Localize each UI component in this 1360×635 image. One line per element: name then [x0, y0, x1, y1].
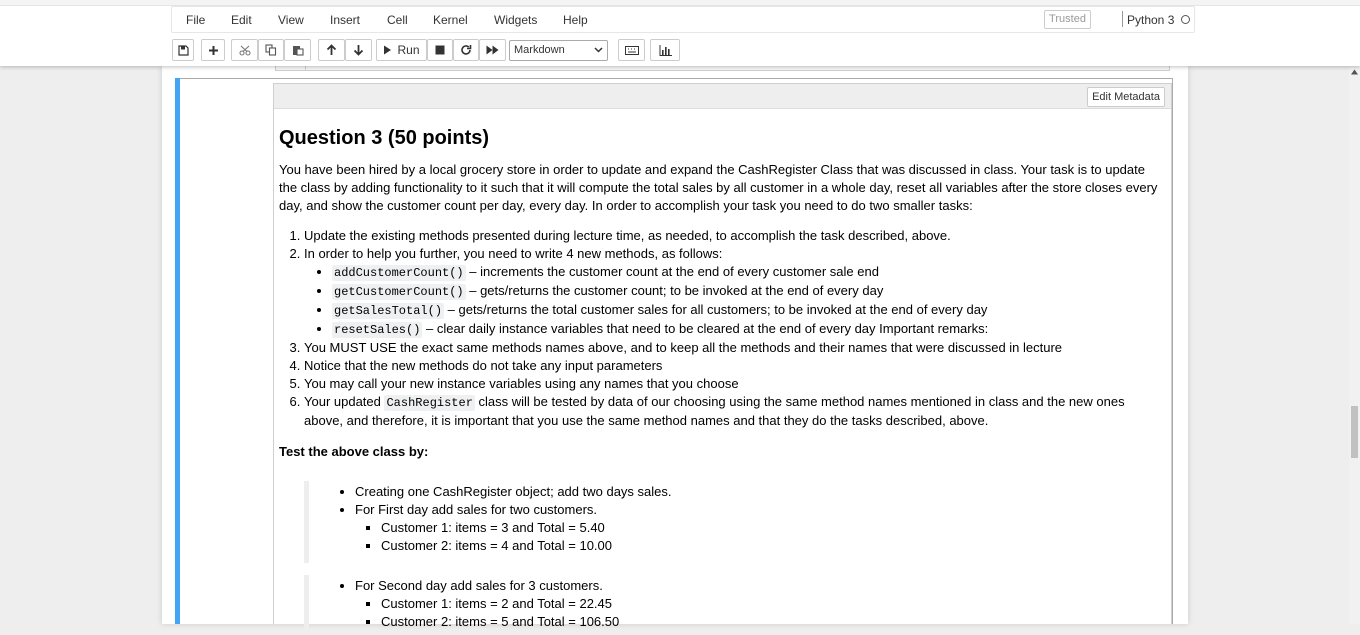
paste-icon: [292, 46, 304, 56]
method-item: addCustomerCount() – increments the cust…: [332, 263, 1164, 282]
intro-paragraph: You have been hired by a local grocery s…: [279, 162, 1158, 213]
task-item-5: You may call your new instance variables…: [304, 375, 1164, 393]
day2-blockquote: For Second day add sales for 3 customers…: [304, 575, 1164, 635]
run-label: Run: [397, 43, 420, 57]
stop-icon: [435, 45, 445, 55]
plus-icon: [208, 45, 218, 55]
cell-type-value: Markdown: [514, 44, 565, 56]
day1-blockquote: Creating one CashRegister object; add tw…: [304, 481, 1164, 563]
customer-item: Customer 1: items = 2 and Total = 22.45: [381, 595, 1164, 613]
method-item: getCustomerCount() – gets/returns the cu…: [332, 282, 1164, 301]
task-item-6-pre: Your updated: [304, 394, 385, 409]
insert-cell-button[interactable]: [201, 39, 225, 61]
method-desc: – increments the customer count at the e…: [465, 264, 879, 279]
method-code: getSalesTotal(): [332, 303, 445, 319]
move-down-button[interactable]: [345, 39, 372, 61]
menu-insert[interactable]: Insert: [330, 13, 360, 27]
task-item-4: Notice that the new methods do not take …: [304, 357, 1164, 375]
method-desc: – clear daily instance variables that ne…: [422, 321, 989, 336]
fast-forward-icon: [486, 45, 499, 55]
markdown-cell[interactable]: Edit Metadata Question 3 (50 points) You…: [273, 83, 1172, 635]
cut-button[interactable]: [231, 39, 258, 61]
test-heading: Test the above class by:: [279, 444, 429, 459]
scissors-icon: [238, 45, 251, 56]
scroll-up-arrow-icon[interactable]: [1351, 69, 1358, 75]
task-list: Update the existing methods presented du…: [279, 227, 1164, 430]
arrow-down-icon: [353, 45, 364, 56]
copy-button[interactable]: [258, 39, 284, 61]
cell-type-select[interactable]: Markdown: [509, 40, 608, 61]
customer-item: Customer 1: items = 3 and Total = 5.40: [381, 519, 1164, 537]
day1-item-create: Creating one CashRegister object; add tw…: [355, 483, 1164, 501]
day1-customers: Customer 1: items = 3 and Total = 5.40 C…: [355, 519, 1164, 555]
trusted-indicator[interactable]: Trusted: [1044, 10, 1091, 29]
day1-item-first-day-text: For First day add sales for two customer…: [355, 502, 598, 517]
method-code: resetSales(): [332, 322, 423, 338]
day1-list: Creating one CashRegister object; add tw…: [327, 483, 1164, 555]
day2-item-text: For Second day add sales for 3 customers…: [355, 578, 603, 593]
menu-file[interactable]: File: [186, 13, 205, 27]
day2-list: For Second day add sales for 3 customers…: [327, 577, 1164, 631]
customer-item: Customer 2: items = 5 and Total = 106.50: [381, 613, 1164, 631]
customer-item: Customer 2: items = 4 and Total = 10.00: [381, 537, 1164, 555]
kernel-idle-icon: [1181, 15, 1190, 24]
task-item-1: Update the existing methods presented du…: [304, 227, 1164, 245]
class-name-code: CashRegister: [384, 395, 475, 411]
restart-button[interactable]: [453, 39, 479, 61]
task-item-2-text: In order to help you further, you need t…: [304, 246, 723, 261]
page-scrollbar[interactable]: [1349, 66, 1360, 624]
rendered-markdown: Question 3 (50 points) You have been hir…: [279, 114, 1164, 635]
play-icon: [384, 45, 392, 55]
question-heading: Question 3 (50 points): [279, 127, 490, 149]
menu-cell[interactable]: Cell: [387, 13, 408, 27]
run-all-button[interactable]: [479, 39, 506, 61]
paste-button[interactable]: [284, 39, 311, 61]
chevron-down-icon: [594, 47, 603, 53]
copy-icon: [265, 44, 277, 56]
menu-view[interactable]: View: [278, 13, 304, 27]
method-code: addCustomerCount(): [332, 265, 466, 281]
restart-icon: [461, 45, 472, 55]
menubar: File Edit View Insert Cell Kernel Widget…: [171, 6, 1195, 33]
menu-kernel[interactable]: Kernel: [433, 13, 468, 27]
run-button[interactable]: Run: [376, 39, 427, 61]
previous-cell: [275, 66, 1170, 71]
menu-help[interactable]: Help: [563, 13, 588, 27]
keyboard-icon: [624, 45, 639, 55]
method-item: resetSales() – clear daily instance vari…: [332, 320, 1164, 339]
kernel-name: Python 3: [1127, 13, 1175, 27]
interrupt-button[interactable]: [427, 39, 453, 61]
chart-button[interactable]: [650, 39, 680, 61]
notebook-container: Edit Metadata Question 3 (50 points) You…: [162, 66, 1188, 635]
save-button[interactable]: [172, 39, 194, 61]
bar-chart-icon: [659, 44, 672, 56]
task-item-2: In order to help you further, you need t…: [304, 245, 1164, 339]
day2-customers: Customer 1: items = 2 and Total = 22.45 …: [355, 595, 1164, 631]
task-item-3: You MUST USE the exact same methods name…: [304, 339, 1164, 357]
day1-item-first-day: For First day add sales for two customer…: [355, 501, 1164, 555]
menu-widgets[interactable]: Widgets: [494, 13, 537, 27]
method-code: getCustomerCount(): [332, 284, 466, 300]
scrollbar-thumb[interactable]: [1351, 406, 1358, 458]
method-desc: – gets/returns the total customer sales …: [444, 302, 988, 317]
method-desc: – gets/returns the customer count; to be…: [465, 283, 884, 298]
move-up-button[interactable]: [318, 39, 345, 61]
methods-list: addCustomerCount() – increments the cust…: [304, 263, 1164, 339]
arrow-up-icon: [326, 44, 337, 55]
edit-metadata-button[interactable]: Edit Metadata: [1087, 87, 1165, 107]
method-item: getSalesTotal() – gets/returns the total…: [332, 301, 1164, 320]
cell-toolbar: Edit Metadata: [274, 84, 1171, 109]
day2-item-second-day: For Second day add sales for 3 customers…: [355, 577, 1164, 631]
task-item-6: Your updated CashRegister class will be …: [304, 393, 1164, 430]
menu-edit[interactable]: Edit: [231, 13, 252, 27]
notebook-header: File Edit View Insert Cell Kernel Widget…: [0, 0, 1360, 66]
command-palette-button[interactable]: [618, 39, 645, 61]
save-icon: [177, 44, 189, 56]
kernel-separator: [1122, 11, 1123, 27]
